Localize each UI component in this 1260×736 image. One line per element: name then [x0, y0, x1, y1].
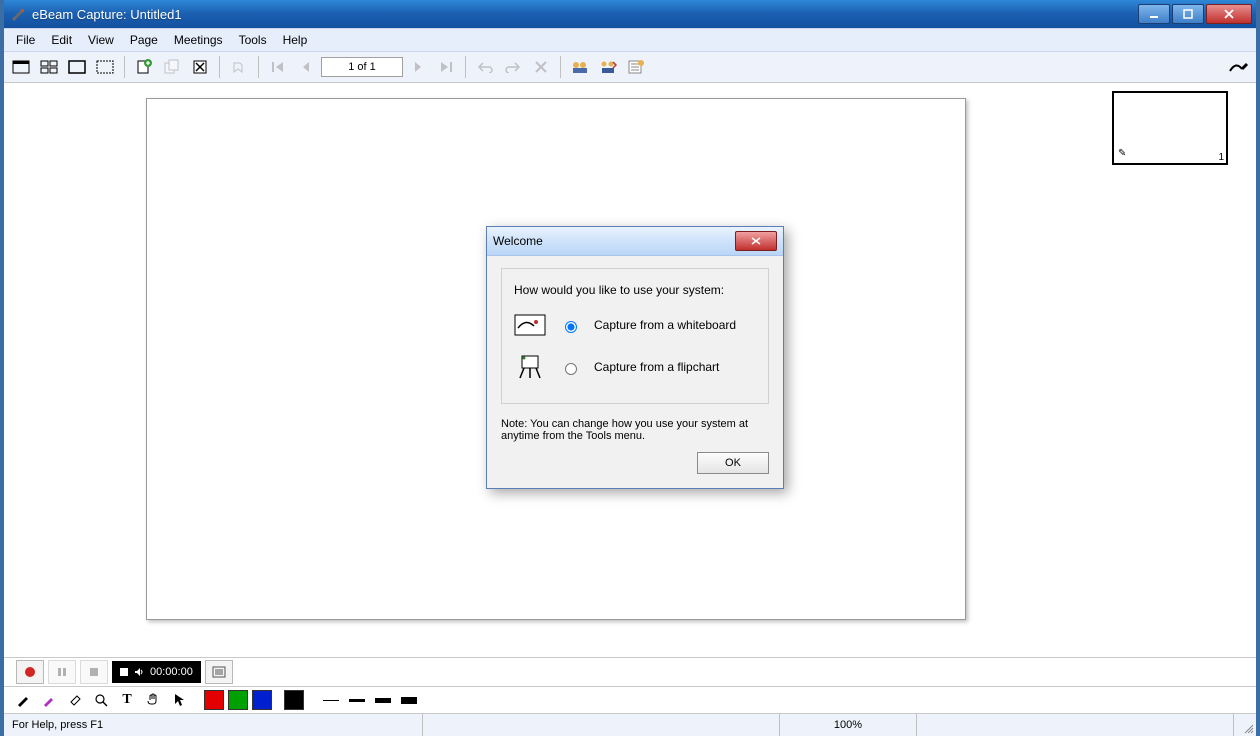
option-flipchart-label: Capture from a flipchart	[594, 360, 719, 374]
dialog-button-row: OK	[501, 452, 769, 474]
ok-button[interactable]: OK	[697, 452, 769, 474]
radio-flipchart[interactable]	[565, 363, 577, 375]
app-window: eBeam Capture: Untitled1 File Edit View …	[4, 0, 1256, 736]
dialog-body: How would you like to use your system: C…	[487, 256, 783, 488]
dialog-prompt: How would you like to use your system:	[514, 283, 756, 297]
option-flipchart-row: Capture from a flipchart	[514, 355, 756, 379]
option-whiteboard-label: Capture from a whiteboard	[594, 318, 736, 332]
modal-overlay: Welcome How would you like to use your s…	[4, 0, 1256, 736]
radio-whiteboard[interactable]	[565, 321, 577, 333]
dialog-groupbox: How would you like to use your system: C…	[501, 268, 769, 404]
flipchart-icon	[514, 355, 546, 379]
dialog-title-bar: Welcome	[487, 227, 783, 256]
option-whiteboard-row: Capture from a whiteboard	[514, 313, 756, 337]
dialog-note: Note: You can change how you use your sy…	[501, 418, 769, 442]
dialog-close-button[interactable]	[735, 231, 777, 251]
welcome-dialog: Welcome How would you like to use your s…	[486, 226, 784, 489]
whiteboard-icon	[514, 313, 546, 337]
dialog-title: Welcome	[493, 234, 735, 248]
